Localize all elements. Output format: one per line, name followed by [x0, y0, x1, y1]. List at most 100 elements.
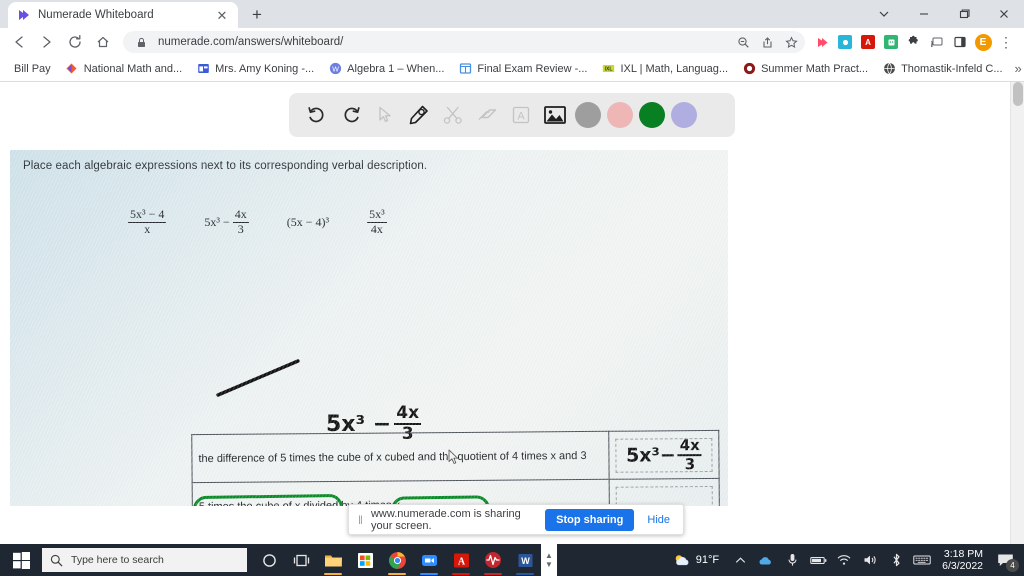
bookmark-item[interactable]: Summer Math Pract... [736, 60, 874, 78]
bluetooth-icon[interactable] [883, 544, 909, 576]
taskbar-scroll-arrows[interactable]: ▲ ▼ [541, 544, 557, 576]
avatar-initial: E [974, 33, 992, 51]
bookmark-item[interactable]: IXL IXL | Math, Languag... [595, 60, 734, 78]
clock-date: 6/3/2022 [942, 560, 983, 572]
cloud-icon [675, 554, 689, 565]
weather-temperature: 91°F [695, 554, 720, 566]
description-cell: 5 times the cube of x divided by 4 times… [192, 479, 610, 506]
drop-zone[interactable] [615, 485, 713, 506]
address-bar[interactable]: numerade.com/answers/whiteboard/ [123, 31, 805, 53]
bookmark-label: Mrs. Amy Koning -... [215, 62, 315, 75]
stop-sharing-button[interactable]: Stop sharing [545, 508, 635, 531]
browser-window: Numerade Whiteboard ✕ + numerade.com/ans… [0, 0, 1024, 576]
image-tool[interactable] [539, 99, 571, 131]
bookmarks-overflow-button[interactable]: » [1011, 61, 1024, 76]
taskbar-app-microsoft-word[interactable]: W [509, 544, 541, 576]
profile-avatar[interactable]: E [973, 32, 993, 52]
bookmark-item[interactable]: W Algebra 1 – When... [322, 60, 450, 78]
notification-badge-count: 4 [1006, 559, 1019, 572]
camera-extension-icon[interactable] [835, 32, 855, 52]
taskbar-app-adobe-acrobat[interactable]: A [445, 544, 477, 576]
whiteboard-canvas[interactable]: Place each algebraic expressions next to… [10, 150, 728, 506]
color-green[interactable] [639, 102, 665, 128]
color-purple[interactable] [671, 102, 697, 128]
tab-search-chevron-icon[interactable] [864, 0, 904, 28]
windows-taskbar: Type here to search A W ▲ ▼ 91°F 3:18 PM… [0, 544, 1024, 576]
cast-icon[interactable] [927, 32, 947, 52]
tab-close-icon[interactable]: ✕ [214, 7, 230, 23]
forward-button[interactable] [34, 29, 60, 55]
puzzle-extensions-icon[interactable] [904, 32, 924, 52]
new-tab-button[interactable]: + [244, 2, 270, 28]
numerade-favicon-icon [16, 8, 31, 23]
close-window-button[interactable] [984, 0, 1024, 28]
color-gray[interactable] [575, 102, 601, 128]
scissors-tool[interactable] [437, 99, 469, 131]
bookmark-label: Algebra 1 – When... [347, 62, 445, 75]
keyboard-icon[interactable] [909, 544, 935, 576]
minimize-button[interactable] [904, 0, 944, 28]
expression-bank: 5x³ − 4 x 5x³ − 4x 3 (5x − 4)³ 5x³ 4x [128, 207, 387, 237]
onedrive-icon[interactable] [753, 544, 779, 576]
taskbar-app-zoom[interactable] [413, 544, 445, 576]
zoom-out-icon[interactable] [733, 32, 753, 52]
chrome-menu-button[interactable]: ⋮ [996, 32, 1016, 52]
microphone-icon[interactable] [779, 544, 805, 576]
cortana-button[interactable] [253, 544, 285, 576]
table-row[interactable]: 5 times the cube of x divided by 4 times… [192, 478, 720, 506]
bookmark-item[interactable]: Final Exam Review -... [452, 60, 593, 78]
taskbar-app-audacity[interactable] [477, 544, 509, 576]
answer-slot[interactable]: 5x³− 4x 3 [608, 430, 720, 480]
task-view-button[interactable] [285, 544, 317, 576]
start-button[interactable] [0, 544, 42, 576]
taskbar-app-file-explorer[interactable] [317, 544, 349, 576]
taskbar-app-google-chrome[interactable] [381, 544, 413, 576]
home-button[interactable] [90, 29, 116, 55]
lock-icon [131, 32, 151, 52]
ixl-favicon-icon: IXL [601, 62, 615, 76]
volume-icon[interactable] [857, 544, 883, 576]
answer-slot[interactable] [609, 478, 720, 506]
weather-widget[interactable]: 91°F [670, 553, 727, 568]
ink-strike-through [216, 359, 300, 397]
taskbar-clock[interactable]: 3:18 PM 6/3/2022 [935, 548, 990, 572]
maximize-button[interactable] [944, 0, 984, 28]
side-panel-icon[interactable] [950, 32, 970, 52]
back-button[interactable] [6, 29, 32, 55]
numerade-extension-icon[interactable] [812, 32, 832, 52]
bookmark-item[interactable]: Bill Pay [8, 61, 57, 77]
notification-center-button[interactable]: 4 [990, 544, 1020, 576]
browser-tab[interactable]: Numerade Whiteboard ✕ [8, 2, 238, 28]
undo-button[interactable] [301, 99, 333, 131]
omnibox-actions [733, 31, 801, 53]
pencil-tool[interactable] [403, 99, 435, 131]
bookmark-item[interactable]: Thomastik-Infeld C... [876, 60, 1008, 78]
color-pink[interactable] [607, 102, 633, 128]
wifi-icon[interactable] [831, 544, 857, 576]
reload-button[interactable] [62, 29, 88, 55]
koning-favicon-icon [196, 62, 210, 76]
select-cursor-tool[interactable] [369, 99, 401, 131]
vertical-scroll-thumb[interactable] [1013, 82, 1023, 106]
pause-sharing-icon[interactable]: ‖ [358, 513, 363, 527]
hide-sharing-bar-button[interactable]: Hide [643, 514, 674, 526]
bookmarks-bar: Bill Pay National Math and... Mrs. Amy K… [0, 56, 1024, 82]
bookmark-item[interactable]: Mrs. Amy Koning -... [190, 60, 320, 78]
notes-extension-icon[interactable] [881, 32, 901, 52]
drop-zone[interactable]: 5x³− 4x 3 [615, 436, 713, 473]
show-hidden-icons-button[interactable] [727, 544, 753, 576]
worksheet-table: the difference of 5 times the cube of x … [191, 429, 721, 506]
eraser-tool[interactable] [471, 99, 503, 131]
share-icon[interactable] [757, 32, 777, 52]
bookmark-label: Final Exam Review -... [477, 62, 588, 75]
vertical-scrollbar[interactable] [1010, 82, 1024, 576]
search-input[interactable]: Type here to search [42, 548, 247, 572]
redo-button[interactable] [335, 99, 367, 131]
adobe-acrobat-extension-icon[interactable]: A [858, 32, 878, 52]
bookmark-item[interactable]: National Math and... [59, 60, 188, 78]
text-tool[interactable]: A [505, 99, 537, 131]
bookmark-star-icon[interactable] [781, 32, 801, 52]
bookmark-label: Bill Pay [14, 62, 51, 75]
taskbar-app-microsoft-store[interactable] [349, 544, 381, 576]
battery-icon[interactable] [805, 544, 831, 576]
